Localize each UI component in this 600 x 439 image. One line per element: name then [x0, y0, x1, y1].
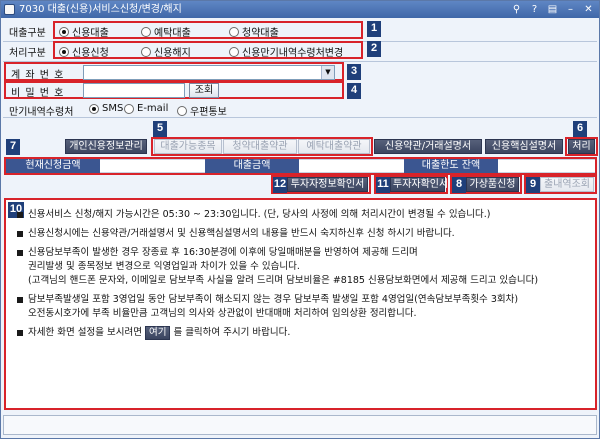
- subscription-terms-button[interactable]: 청약대출약관: [223, 139, 297, 154]
- radio-loan-subscription[interactable]: 청약대출: [229, 24, 279, 39]
- maturity-label: 만기내역수령처: [9, 107, 74, 118]
- main-window: 7030 대출(신용)서비스신청/변경/해지 ⚲ ? ▤ – ✕ 대출구분 신용…: [0, 0, 600, 439]
- notice-panel: 10 신용서비스 신청/해지 가능시간은 05:30 ~ 23:30입니다. (…: [4, 198, 597, 410]
- badge-3: 3: [347, 64, 361, 80]
- minimize-icon[interactable]: –: [564, 1, 577, 18]
- radio-dot: [89, 103, 99, 114]
- badge-7: 7: [6, 139, 20, 155]
- radio-dot: [141, 46, 151, 57]
- current-amount-label: 현재신청금액: [6, 159, 100, 173]
- personal-info-button[interactable]: 개인신용정보관리: [65, 139, 147, 154]
- window-controls: ⚲ ? ▤ – ✕: [510, 1, 595, 18]
- notice-subline: (고객님의 핸드폰 문자와, 이메일로 담보부족 사실을 알려 드리며 담보비율…: [28, 275, 539, 286]
- notice-subline: 오전동시호가에 부족 비율만큼 고객님의 의사와 상관없이 반대매매 처리하여 …: [28, 308, 417, 319]
- query-button[interactable]: 조회: [189, 83, 219, 98]
- radio-process-cancel[interactable]: 신용해지: [141, 44, 191, 59]
- radio-dot: [141, 26, 151, 37]
- radio-dot: [59, 46, 69, 57]
- credit-terms-button[interactable]: 신용약관/거래설명서: [374, 139, 482, 154]
- history-query-button[interactable]: 출내역조회: [540, 177, 594, 192]
- radio-process-apply[interactable]: 신용신청: [59, 44, 109, 59]
- notice-subline: 권리발생 및 종목정보 변경으로 익영업일과 차이가 있을 수 있습니다.: [28, 261, 300, 272]
- process-button[interactable]: 처리: [568, 139, 595, 154]
- investor-info-button[interactable]: 투자자정보확인서: [287, 177, 368, 192]
- password-label: 비 밀 번 호: [11, 88, 65, 99]
- help-icon[interactable]: ?: [528, 1, 541, 18]
- password-input[interactable]: [83, 83, 185, 98]
- badge-12: 12: [273, 177, 287, 193]
- badge-2: 2: [367, 41, 381, 57]
- status-bar: [3, 415, 597, 435]
- radio-loan-credit[interactable]: 신용대출: [59, 24, 109, 39]
- radio-dot: [59, 26, 69, 37]
- notice-item: 신용담보부족이 발생한 경우 장종료 후 16:30분경에 이후에 당일매매분을…: [16, 246, 594, 288]
- limit-balance-label: 대출한도 잔액: [404, 159, 498, 173]
- badge-4: 4: [347, 83, 361, 99]
- menu-icon[interactable]: ▤: [546, 1, 559, 18]
- process-type-label: 처리구분: [9, 48, 46, 59]
- here-button[interactable]: 여기: [144, 326, 171, 340]
- current-amount-value: [100, 159, 205, 173]
- separator: [3, 117, 597, 118]
- core-explanation-button[interactable]: 신용핵심설명서: [485, 139, 563, 154]
- notice-list: 신용서비스 신청/해지 가능시간은 05:30 ~ 23:30입니다. (단, …: [16, 208, 594, 345]
- notice-item: 신용신청시에는 신용약관/거래설명서 및 신용핵심설명서의 내용을 반드시 숙지…: [16, 227, 594, 241]
- window-title: 7030 대출(신용)서비스신청/변경/해지: [19, 4, 182, 15]
- limit-balance-value: [498, 159, 595, 173]
- badge-6: 6: [573, 121, 587, 137]
- radio-dot: [177, 105, 187, 116]
- notice-item: 신용서비스 신청/해지 가능시간은 05:30 ~ 23:30입니다. (단, …: [16, 208, 594, 222]
- radio-maturity-sms[interactable]: SMS: [89, 103, 123, 114]
- app-icon: [4, 4, 15, 15]
- loan-type-label: 대출구분: [9, 28, 46, 39]
- deposit-terms-button[interactable]: 예탁대출약관: [298, 139, 370, 154]
- notice-item: 자세한 화면 설정을 보시려면 여기 를 클릭하여 주시기 바랍니다.: [16, 326, 594, 340]
- badge-5: 5: [153, 121, 167, 137]
- loan-amount-label: 대출금액: [205, 159, 299, 173]
- radio-loan-deposit[interactable]: 예탁대출: [141, 24, 191, 39]
- chevron-down-icon[interactable]: ▼: [321, 66, 334, 79]
- radio-maturity-mail[interactable]: 우편통보: [177, 103, 227, 118]
- notice-item: 담보부족발생일 포함 3영업일 동안 담보부족이 해소되지 않는 경우 담보부족…: [16, 293, 594, 321]
- join-product-button[interactable]: 가상품신청: [466, 177, 519, 192]
- title-bar: 7030 대출(신용)서비스신청/변경/해지 ⚲ ? ▤ – ✕: [1, 1, 599, 18]
- badge-11: 11: [376, 177, 390, 193]
- badge-1: 1: [367, 21, 381, 37]
- loan-amount-value: [299, 159, 404, 173]
- investor-confirm-button[interactable]: 투자자확인서: [390, 177, 448, 192]
- account-select[interactable]: ▼: [83, 65, 335, 80]
- account-label: 계 좌 번 호: [11, 70, 65, 81]
- badge-9: 9: [526, 177, 540, 193]
- radio-dot: [124, 103, 134, 114]
- radio-maturity-email[interactable]: E-mail: [124, 103, 168, 114]
- badge-8: 8: [452, 177, 466, 193]
- radio-dot: [229, 46, 239, 57]
- link-icon[interactable]: ⚲: [510, 1, 523, 18]
- radio-process-change[interactable]: 신용만기내역수령처변경: [229, 44, 343, 59]
- radio-dot: [229, 26, 239, 37]
- close-icon[interactable]: ✕: [582, 1, 595, 18]
- loanable-items-button[interactable]: 대출가능종목: [154, 139, 222, 154]
